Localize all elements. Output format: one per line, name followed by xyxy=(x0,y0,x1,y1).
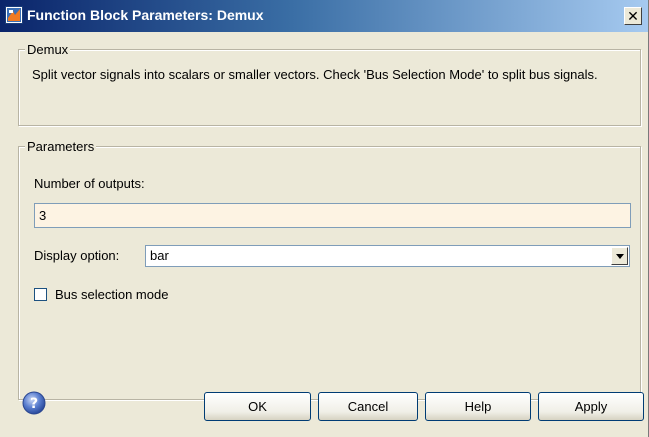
cancel-button[interactable]: Cancel xyxy=(318,392,418,421)
demux-group: Demux Split vector signals into scalars … xyxy=(18,42,641,126)
bus-selection-checkbox[interactable] xyxy=(34,288,47,301)
num-outputs-input[interactable] xyxy=(34,203,631,228)
bus-selection-label[interactable]: Bus selection mode xyxy=(55,287,168,302)
display-option-select[interactable]: bar xyxy=(145,245,630,267)
num-outputs-label: Number of outputs: xyxy=(34,176,145,191)
simulink-block-icon xyxy=(5,6,23,24)
display-option-value: bar xyxy=(150,248,169,263)
demux-group-legend: Demux xyxy=(25,42,71,57)
window-title: Function Block Parameters: Demux xyxy=(27,7,264,23)
display-option-label: Display option: xyxy=(34,248,120,263)
close-icon: ✕ xyxy=(627,8,639,24)
parameters-group-legend: Parameters xyxy=(25,139,97,154)
parameters-group: Parameters Number of outputs: Display op… xyxy=(18,139,641,400)
close-button[interactable]: ✕ xyxy=(624,7,642,25)
apply-button[interactable]: Apply xyxy=(538,392,644,421)
title-bar[interactable]: Function Block Parameters: Demux ✕ xyxy=(0,0,648,32)
demux-description: Split vector signals into scalars or sma… xyxy=(32,67,598,82)
chevron-down-icon[interactable] xyxy=(611,247,628,265)
dialog-content: Demux Split vector signals into scalars … xyxy=(0,32,648,437)
help-button[interactable]: Help xyxy=(425,392,531,421)
ok-button[interactable]: OK xyxy=(204,392,311,421)
dialog-window: Function Block Parameters: Demux ✕ Demux… xyxy=(0,0,649,437)
svg-text:?: ? xyxy=(30,396,38,412)
help-question-icon[interactable]: ? xyxy=(22,391,46,415)
